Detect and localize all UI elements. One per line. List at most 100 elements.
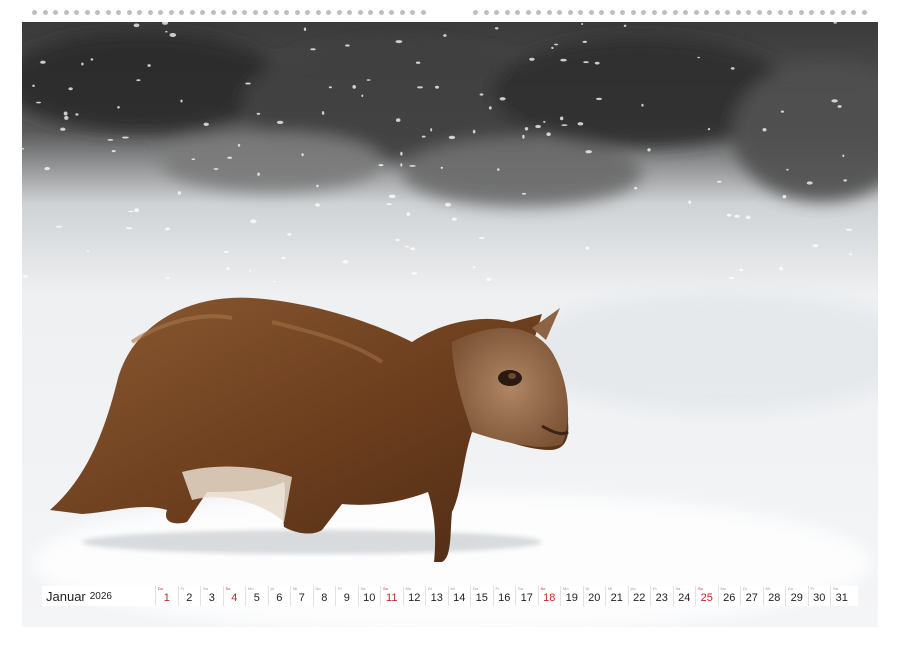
day-number: 27: [741, 592, 763, 604]
snowflake: [315, 203, 320, 207]
binding-dot: [263, 10, 268, 15]
snowflake: [435, 86, 439, 89]
calendar-day: Mo5: [245, 586, 268, 606]
day-number: 6: [269, 592, 291, 604]
calendar-day: Mi28: [763, 586, 786, 606]
snowflake: [134, 24, 140, 28]
snowflake: [108, 139, 114, 141]
binding-dot: [557, 10, 562, 15]
calendar-day: Di20: [583, 586, 606, 606]
snowflake: [585, 150, 592, 153]
calendar-day: Do22: [628, 586, 651, 606]
snowflake: [405, 246, 409, 248]
snowflake: [273, 281, 275, 283]
binding-dot: [589, 10, 594, 15]
snowflake: [249, 270, 251, 272]
snowflake: [495, 27, 499, 29]
weekday-abbrev: Fr: [496, 587, 500, 591]
snowflake: [586, 246, 589, 250]
snowflake: [277, 121, 284, 124]
snowflake: [697, 57, 700, 59]
weekday-abbrev: So: [541, 587, 546, 591]
binding-dot: [809, 10, 814, 15]
binding-dot: [641, 10, 646, 15]
snowflake: [430, 128, 432, 131]
calendar-day: Do8: [313, 586, 336, 606]
binding-dot: [778, 10, 783, 15]
binding-dot: [253, 10, 258, 15]
snowflake: [81, 63, 83, 66]
calendar-day: Mi7: [290, 586, 313, 606]
snowflake: [842, 155, 844, 158]
snowflake: [522, 193, 526, 195]
snowflake: [224, 251, 228, 253]
binding-dot: [536, 10, 541, 15]
binding-dot: [578, 10, 583, 15]
binding-dot: [158, 10, 163, 15]
snowflake: [316, 185, 318, 188]
binding-dot: [295, 10, 300, 15]
snowy-lamb-image: [22, 22, 878, 627]
snowflake: [281, 257, 286, 260]
snowflake: [554, 44, 558, 46]
day-number: 12: [404, 592, 426, 604]
snowflake: [361, 95, 363, 98]
snowflake: [522, 135, 524, 139]
binding-dot: [841, 10, 846, 15]
binding-dot: [725, 10, 730, 15]
binding-dot: [736, 10, 741, 15]
weekday-abbrev: Di: [271, 587, 275, 591]
snowflake: [134, 208, 139, 212]
calendar-day: Fr30: [808, 586, 831, 606]
snowflake: [473, 266, 475, 268]
binding-dot: [505, 10, 510, 15]
snowflake: [813, 244, 819, 247]
binding-dot: [53, 10, 58, 15]
snowflake: [411, 272, 417, 275]
binding-dot: [368, 10, 373, 15]
snowflake: [329, 86, 332, 88]
snowflake: [849, 253, 852, 255]
snowflake: [192, 158, 196, 160]
binding-dot: [389, 10, 394, 15]
weekday-abbrev: Mo: [563, 587, 569, 591]
snowflake: [64, 116, 68, 120]
snowflake: [257, 173, 260, 176]
snowflake: [727, 214, 732, 217]
calendar-day: Fr16: [493, 586, 516, 606]
snowflake: [204, 123, 209, 126]
snowflake: [128, 211, 134, 213]
snowflake: [250, 219, 256, 223]
weekday-abbrev: Fr: [653, 587, 657, 591]
day-number: 16: [494, 592, 516, 604]
binding-dot: [526, 10, 531, 15]
snowflake: [378, 164, 383, 166]
snowflake: [147, 64, 150, 67]
binding-dot: [85, 10, 90, 15]
binding-dot: [515, 10, 520, 15]
day-number: 30: [809, 592, 831, 604]
snowflake: [345, 44, 350, 46]
weekday-abbrev: Mi: [451, 587, 455, 591]
snowflake: [717, 181, 722, 183]
binding-dot: [74, 10, 79, 15]
binding-dot: [820, 10, 825, 15]
calendar-day: Fr23: [650, 586, 673, 606]
snowflake: [257, 113, 261, 115]
snowflake: [449, 136, 455, 139]
snowflake: [287, 233, 291, 236]
snowflake: [409, 165, 416, 167]
binding-dot: [316, 10, 321, 15]
snowflake: [779, 267, 783, 271]
binding-dot: [326, 10, 331, 15]
binding-dot: [484, 10, 489, 15]
snowflake: [122, 137, 129, 139]
calendar-day: Sa24: [673, 586, 696, 606]
day-number: 18: [539, 592, 561, 604]
binding-dot: [620, 10, 625, 15]
binding-dot: [421, 10, 426, 15]
binding-dot: [631, 10, 636, 15]
calendar-day: Mo26: [718, 586, 741, 606]
binding-dot: [358, 10, 363, 15]
snowflake: [846, 229, 853, 231]
